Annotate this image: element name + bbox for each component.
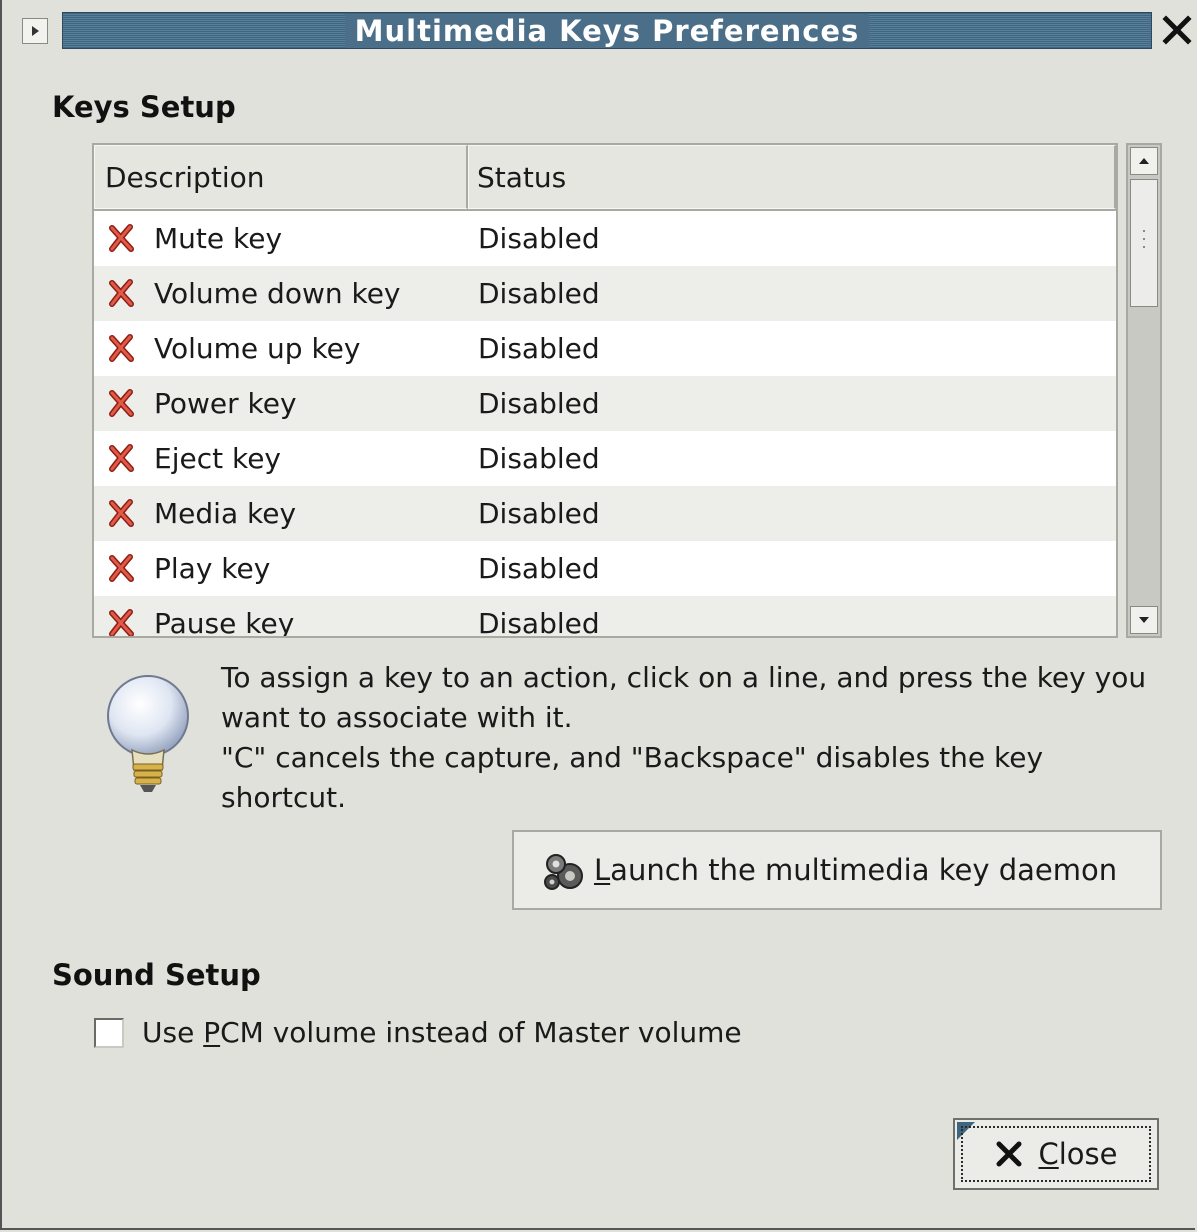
close-button-focus: Close (961, 1126, 1151, 1182)
table-row[interactable]: Volume down key Disabled (94, 266, 1116, 321)
pcm-label-after: CM volume instead of Master volume (220, 1016, 742, 1049)
disabled-x-icon (109, 389, 134, 417)
arrow-down-icon (1139, 617, 1149, 623)
table-row[interactable]: Play key Disabled (94, 541, 1116, 596)
disabled-x-icon (109, 609, 134, 636)
disabled-x-icon (109, 279, 134, 307)
arrow-up-icon (1139, 158, 1149, 164)
instructions-line-2: "C" cancels the capture, and "Backspace"… (221, 741, 1044, 814)
row-description: Mute key (154, 222, 283, 255)
row-description: Volume up key (154, 332, 361, 365)
close-button[interactable]: Close (953, 1118, 1159, 1190)
pcm-volume-checkbox[interactable] (94, 1017, 124, 1048)
window-menu-button[interactable] (22, 18, 48, 44)
row-status: Disabled (478, 332, 600, 365)
row-description: Volume down key (154, 277, 401, 310)
row-status: Disabled (478, 222, 600, 255)
row-status: Disabled (478, 552, 600, 585)
launch-daemon-mnemonic: L (594, 853, 611, 887)
column-header-description-label: Description (105, 160, 265, 194)
gears-icon (544, 854, 583, 890)
close-button-label: Close (1038, 1137, 1117, 1171)
scroll-up-button[interactable] (1130, 147, 1158, 175)
table-row[interactable]: Volume up key Disabled (94, 321, 1116, 376)
triangle-right-icon (32, 26, 39, 36)
title-bar[interactable]: Multimedia Keys Preferences (62, 12, 1152, 49)
launch-daemon-label-rest: aunch the multimedia key daemon (610, 853, 1118, 887)
disabled-x-icon (109, 224, 134, 252)
row-status: Disabled (478, 497, 600, 530)
vertical-scrollbar[interactable] (1126, 143, 1162, 638)
column-header-description[interactable]: Description (94, 145, 468, 209)
sound-setup-heading: Sound Setup (52, 958, 261, 992)
close-button-label-rest: lose (1058, 1137, 1118, 1171)
scroll-down-button[interactable] (1130, 606, 1158, 634)
pcm-volume-option[interactable]: Use PCM volume instead of Master volume (94, 1016, 742, 1049)
close-button-mnemonic: C (1038, 1137, 1059, 1171)
close-x-icon (996, 1141, 1022, 1167)
row-description: Pause key (154, 607, 295, 638)
pcm-volume-label[interactable]: Use PCM volume instead of Master volume (142, 1016, 742, 1049)
disabled-x-icon (109, 499, 134, 527)
table-row[interactable]: Eject key Disabled (94, 431, 1116, 486)
row-status: Disabled (478, 387, 600, 420)
instructions-text: To assign a key to an action, click on a… (221, 658, 1171, 818)
column-header-status-label: Status (477, 160, 567, 194)
row-description: Eject key (154, 442, 281, 475)
launch-daemon-button[interactable]: Launch the multimedia key daemon (512, 830, 1162, 910)
disabled-x-icon (109, 334, 134, 362)
close-icon (1162, 15, 1192, 45)
preferences-window: Multimedia Keys Preferences Keys Setup D… (0, 0, 1195, 1230)
table-row[interactable]: Media key Disabled (94, 486, 1116, 541)
scroll-thumb[interactable] (1130, 179, 1158, 307)
tree-header: Description Status (94, 145, 1116, 211)
row-status: Disabled (478, 607, 600, 638)
column-header-status[interactable]: Status (468, 145, 1116, 209)
pcm-label-before: Use (142, 1016, 204, 1049)
table-row[interactable]: Pause key Disabled (94, 596, 1116, 638)
grip-icon (1143, 230, 1145, 248)
launch-daemon-label: Launch the multimedia key daemon (594, 853, 1117, 887)
keys-tree-view[interactable]: Description Status Mute key Disabled Volum… (92, 143, 1118, 638)
lightbulb-icon (107, 675, 189, 792)
row-description: Play key (154, 552, 271, 585)
window-title: Multimedia Keys Preferences (344, 13, 870, 48)
table-row[interactable]: Mute key Disabled (94, 211, 1116, 266)
table-row[interactable]: Power key Disabled (94, 376, 1116, 431)
row-status: Disabled (478, 277, 600, 310)
row-description: Power key (154, 387, 297, 420)
tree-rows: Mute key Disabled Volume down key Disabled V… (94, 211, 1116, 638)
keys-setup-heading: Keys Setup (52, 90, 236, 124)
disabled-x-icon (109, 554, 134, 582)
row-status: Disabled (478, 442, 600, 475)
disabled-x-icon (109, 444, 134, 472)
window-close-button[interactable] (1159, 12, 1195, 48)
instructions-line-1: To assign a key to an action, click on a… (221, 661, 1147, 734)
row-description: Media key (154, 497, 297, 530)
pcm-label-mnemonic: P (203, 1016, 221, 1049)
